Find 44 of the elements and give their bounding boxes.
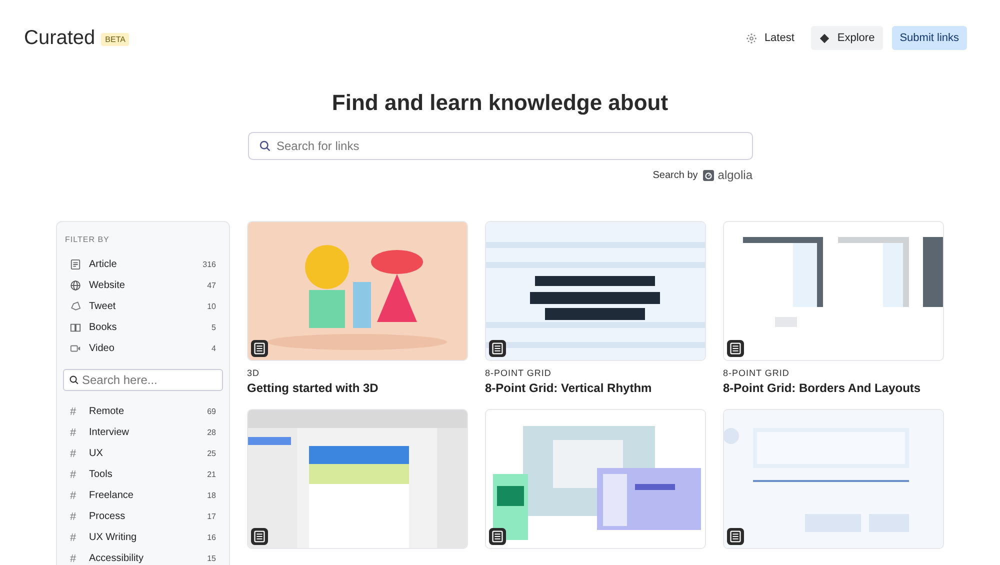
document-icon: [251, 528, 268, 545]
clock-logo-icon: [702, 170, 714, 180]
filter-item[interactable]: Tweet 10: [63, 296, 223, 317]
book-icon: [70, 322, 81, 333]
hero-title: Find and learn knowledge about: [332, 90, 668, 116]
document-icon: [251, 340, 268, 357]
tag-icon: [70, 301, 81, 312]
document-icon: [727, 528, 744, 545]
document-icon: [489, 340, 506, 357]
diamond-icon: [819, 32, 830, 44]
search-field[interactable]: Search for links: [248, 132, 752, 160]
globe-icon: [70, 280, 81, 291]
card-title[interactable]: 8-Point Grid: Vertical Rhythm: [485, 381, 706, 395]
tag-item[interactable]: # UX 25: [63, 443, 223, 464]
filter-item[interactable]: Website 47: [63, 275, 223, 296]
nav-link[interactable]: Explore: [811, 26, 883, 50]
tag-item[interactable]: # Process 17: [63, 506, 223, 527]
filter-item[interactable]: Video 4: [63, 338, 223, 359]
video-icon: [70, 343, 81, 354]
tag-search-field[interactable]: Search here...: [63, 369, 223, 391]
document-icon: [727, 340, 744, 357]
document-icon: [70, 259, 81, 270]
card-category[interactable]: 8-POINT GRID: [485, 368, 706, 378]
filter-item[interactable]: Books 5: [63, 317, 223, 338]
card-category[interactable]: 8-POINT GRID: [723, 368, 944, 378]
brand-name[interactable]: Curated: [24, 26, 96, 50]
card-title[interactable]: Getting started with 3D: [247, 381, 468, 395]
search-by-label: Search by: [652, 170, 698, 180]
tag-item[interactable]: # Remote 69: [63, 401, 223, 422]
card-category[interactable]: 3D: [247, 368, 468, 378]
document-icon: [489, 528, 506, 545]
sparkle-icon: [746, 32, 758, 44]
beta-badge: BETA: [101, 33, 130, 46]
nav-link[interactable]: Latest: [738, 26, 802, 50]
tag-item[interactable]: # Tools 21: [63, 464, 223, 485]
tag-item[interactable]: # Freelance 18: [63, 485, 223, 506]
nav-link[interactable]: Submit links: [892, 26, 967, 50]
filter-heading: FILTER BY: [65, 235, 110, 244]
filter-item[interactable]: Article 316: [63, 254, 223, 275]
card-title[interactable]: 8-Point Grid: Borders And Layouts: [723, 381, 944, 395]
tag-item[interactable]: # UX Writing 16: [63, 527, 223, 548]
tag-item[interactable]: # Interview 28: [63, 422, 223, 443]
tag-item[interactable]: # Accessibility 15: [63, 548, 223, 565]
algolia-wordmark[interactable]: algolia: [718, 168, 752, 182]
